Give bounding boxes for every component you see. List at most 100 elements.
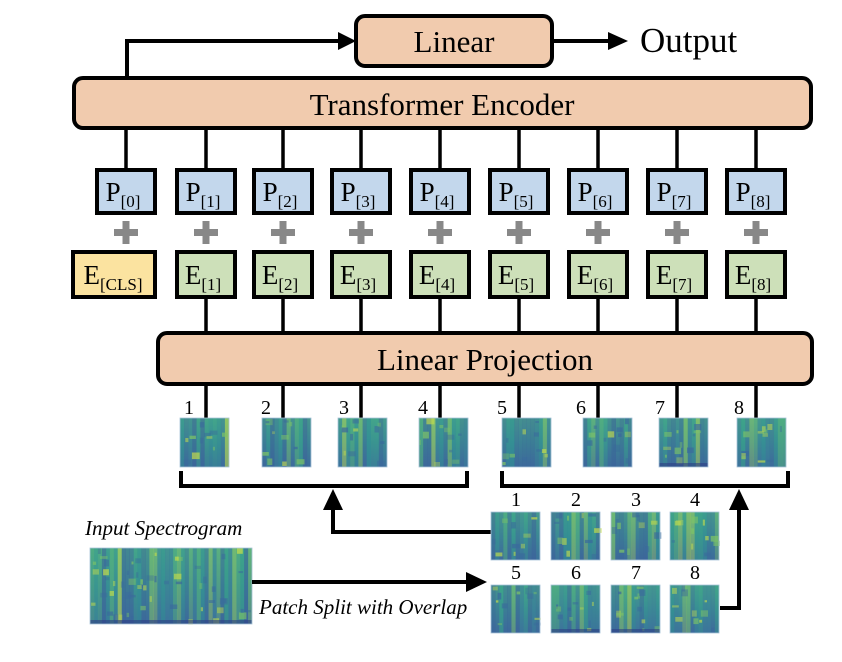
left-bracket <box>179 471 469 488</box>
label-base: P <box>186 177 201 207</box>
transformer-encoder-block: Transformer Encoder <box>72 76 813 130</box>
token-column: P[8]E[8] <box>725 128 787 333</box>
arrowhead-icon <box>338 32 356 50</box>
row1-to-left-bracket-arrow <box>323 489 491 534</box>
patch-spectrogram-image <box>610 584 661 634</box>
label-subscript: [7] <box>672 275 692 294</box>
label-subscript: [4] <box>435 192 455 211</box>
patch-index-label: 3 <box>339 397 349 419</box>
input-spectrogram <box>89 547 253 625</box>
split-patch: 8 <box>669 562 720 634</box>
label-subscript: [1] <box>201 192 221 211</box>
token-columns: P[0]E[CLS]P[1]E[1]P[2]E[2]P[3]E[3]P[4]E[… <box>71 128 787 333</box>
token-column: P[6]E[6] <box>567 128 629 333</box>
token-column: P[3]E[3] <box>330 128 392 333</box>
label-base: E <box>577 260 594 290</box>
label-subscript: [5] <box>514 275 534 294</box>
patch-index-label: 3 <box>631 489 641 511</box>
patch-spectrogram-image <box>669 511 720 561</box>
patch-split-grid: 1 2 3 4 5 6 7 8 <box>490 489 720 634</box>
patch-spectrogram-image <box>582 417 633 468</box>
arrowhead-icon <box>608 32 628 50</box>
patch-index-label: 5 <box>511 562 521 584</box>
label-subscript: [5] <box>514 192 534 211</box>
row2-to-right-bracket-arrow <box>720 489 749 610</box>
label-subscript: [3] <box>356 192 376 211</box>
label-base: E <box>84 260 101 290</box>
label-base: E <box>735 260 752 290</box>
patch-index-label: 1 <box>184 397 194 419</box>
linear-projection-label: Linear Projection <box>377 342 594 377</box>
token-column: P[7]E[7] <box>646 128 708 333</box>
token-column: P[5]E[5] <box>488 128 550 333</box>
ast-architecture-diagram: Linear Output Transformer Encoder P[0]E[… <box>71 14 814 634</box>
label-base: E <box>419 260 436 290</box>
patch-spectrogram-image <box>669 584 720 634</box>
output-arrow <box>552 32 628 50</box>
projected-patch: 8 <box>734 384 787 468</box>
label-base: E <box>262 260 279 290</box>
patch-spectrogram-image <box>261 417 312 468</box>
label-subscript: [2] <box>278 275 298 294</box>
cls-to-linear-connector <box>125 32 356 78</box>
plus-icon <box>194 221 218 244</box>
patch-index-label: 8 <box>690 562 700 584</box>
patch-index-label: 1 <box>511 489 521 511</box>
split-patch: 1 <box>490 489 541 561</box>
label-base: P <box>499 177 514 207</box>
token-column: P[0] E[CLS] <box>71 128 157 299</box>
split-patch: 7 <box>610 562 661 634</box>
patch-spectrogram-image <box>418 417 469 468</box>
split-patch: 6 <box>550 562 601 634</box>
label-subscript: [7] <box>672 192 692 211</box>
patch-index-label: 7 <box>655 397 665 419</box>
token-column: P[2]E[2] <box>252 128 314 333</box>
plus-icon <box>665 221 689 244</box>
label-subscript: [3] <box>356 275 376 294</box>
token-column: P[4]E[4] <box>409 128 471 333</box>
patch-index-label: 4 <box>690 489 700 511</box>
projected-patch: 7 <box>655 384 709 468</box>
plus-icon <box>744 221 768 244</box>
label-subscript: [6] <box>593 275 613 294</box>
transformer-encoder-label: Transformer Encoder <box>310 87 576 122</box>
label-base: P <box>106 177 121 207</box>
linear-head-block: Linear <box>354 14 554 68</box>
label-subscript: [2] <box>278 192 298 211</box>
patch-index-label: 7 <box>631 562 641 584</box>
label-subscript: [0] <box>121 192 141 211</box>
label-subscript: [4] <box>435 275 455 294</box>
plus-icon <box>507 221 531 244</box>
label-base: P <box>341 177 356 207</box>
patch-spectrogram-image <box>337 417 388 468</box>
arrowhead-icon <box>466 572 487 592</box>
label-base: P <box>657 177 672 207</box>
token-column: P[1]E[1] <box>175 128 237 333</box>
patch-split-arrow <box>252 572 487 592</box>
patch-index-label: 6 <box>576 397 586 419</box>
label-base: P <box>736 177 751 207</box>
label-subscript: [6] <box>593 192 613 211</box>
label-subscript: [8] <box>751 275 771 294</box>
linear-head-label: Linear <box>414 24 496 59</box>
label-base: E <box>340 260 357 290</box>
patch-index-label: 4 <box>418 397 428 419</box>
patch-spectrogram-image <box>179 417 230 468</box>
patch-spectrogram-image <box>550 511 602 561</box>
projected-patch: 3 <box>337 384 388 468</box>
arrowhead-icon <box>729 489 749 510</box>
input-spectrogram-image <box>89 547 253 625</box>
label-base: E <box>656 260 673 290</box>
label-subscript: [CLS] <box>100 275 143 294</box>
split-patch: 4 <box>669 489 720 561</box>
label-subscript: [1] <box>201 275 221 294</box>
patch-split-label: Patch Split with Overlap <box>258 595 467 619</box>
split-patch: 5 <box>490 562 541 634</box>
projected-patch: 4 <box>418 384 469 468</box>
projected-patch-row: 1 2 3 4 5 6 7 8 <box>179 384 787 468</box>
right-bracket <box>500 471 790 488</box>
patch-spectrogram-image <box>501 417 552 468</box>
arrowhead-icon <box>323 489 343 510</box>
split-patch: 2 <box>550 489 602 561</box>
patch-spectrogram-image <box>490 511 541 561</box>
